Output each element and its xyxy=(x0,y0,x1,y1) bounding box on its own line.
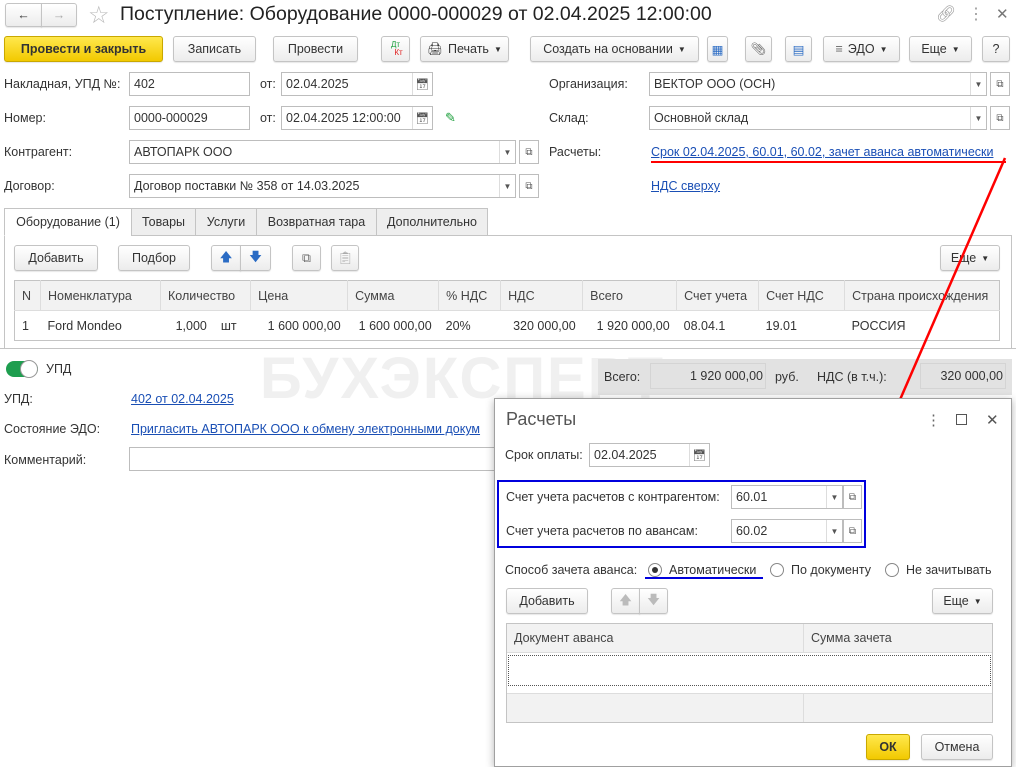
chevron-down-icon[interactable]: ▼ xyxy=(826,486,842,508)
column-divider xyxy=(803,624,804,653)
offset-method-label: Способ зачета аванса: xyxy=(505,563,638,577)
calendar-icon[interactable]: 📅︎ xyxy=(689,444,709,466)
radio-by-document[interactable] xyxy=(770,563,784,577)
dialog-add-button[interactable]: Добавить xyxy=(506,588,588,614)
column-divider xyxy=(803,693,804,722)
col-offset-sum[interactable]: Сумма зачета xyxy=(811,631,892,645)
radio-automatic[interactable] xyxy=(648,563,662,577)
dialog-title: Расчеты xyxy=(506,409,577,429)
chevron-down-icon[interactable]: ▼ xyxy=(826,520,842,542)
more-vert-icon[interactable]: ⋮ xyxy=(926,411,941,429)
move-up-icon[interactable]: 🡅 xyxy=(611,588,640,614)
due-date-label: Срок оплаты: xyxy=(505,448,583,462)
radio-no-offset[interactable] xyxy=(885,563,899,577)
table-row[interactable] xyxy=(508,655,991,686)
radio-no-offset-label[interactable]: Не зачитывать xyxy=(906,563,991,577)
advance-table: Документ аванса Сумма зачета xyxy=(506,623,993,723)
table-footer xyxy=(507,693,992,722)
maximize-icon[interactable] xyxy=(956,414,967,425)
due-date-input[interactable]: 02.04.2025 📅︎ xyxy=(589,443,710,467)
acct-counterparty-label: Счет учета расчетов с контрагентом: xyxy=(506,490,720,504)
ok-button[interactable]: ОК xyxy=(866,734,910,760)
dialog-more-button[interactable]: Еще ▼ xyxy=(932,588,993,614)
blue-underline-annotation xyxy=(645,577,763,579)
open-icon[interactable]: ⧉ xyxy=(843,485,862,509)
cancel-button[interactable]: Отмена xyxy=(921,734,993,760)
acct-advance-input[interactable]: 60.02 ▼ xyxy=(731,519,843,543)
col-advance-doc[interactable]: Документ аванса xyxy=(514,631,613,645)
radio-automatic-label[interactable]: Автоматически xyxy=(669,563,756,577)
radio-by-document-label[interactable]: По документу xyxy=(791,563,871,577)
close-icon[interactable]: ✕ xyxy=(986,411,999,429)
acct-counterparty-input[interactable]: 60.01 ▼ xyxy=(731,485,843,509)
open-icon[interactable]: ⧉ xyxy=(843,519,862,543)
move-down-icon[interactable]: 🡇 xyxy=(639,588,668,614)
acct-advance-label: Счет учета расчетов по авансам: xyxy=(506,524,698,538)
